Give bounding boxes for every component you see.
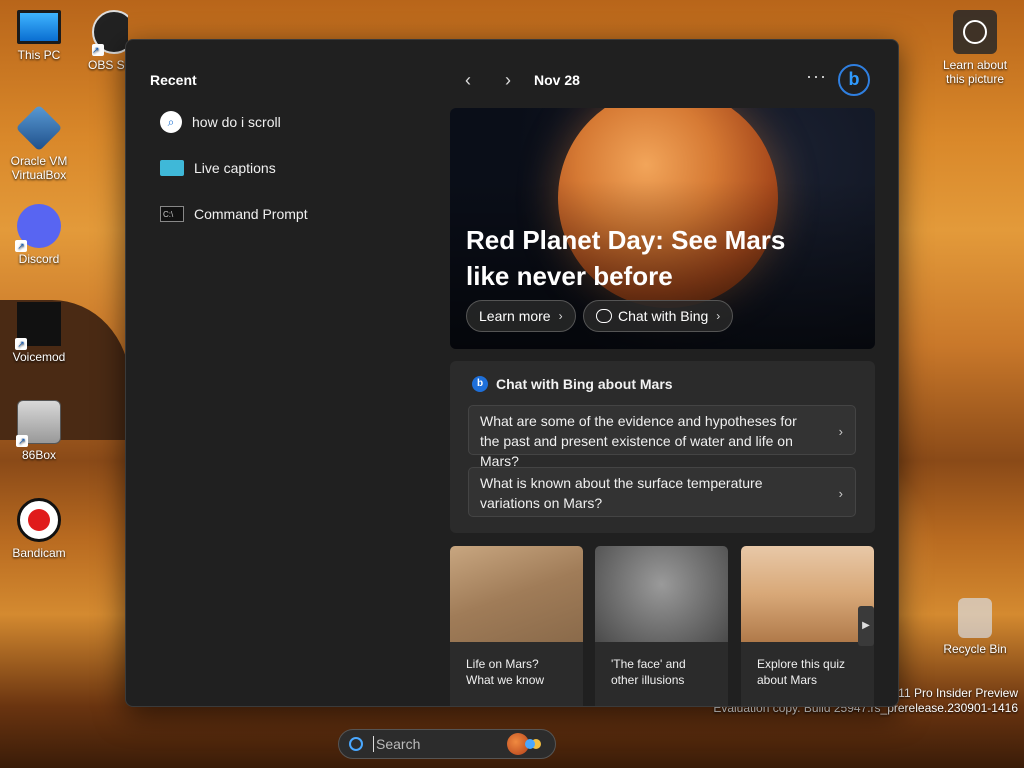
bing-icon: b xyxy=(472,376,488,392)
recent-item-search[interactable]: ⌕ how do i scroll xyxy=(160,109,281,135)
taskbar-search-box[interactable] xyxy=(338,729,556,759)
highlight-dots-icon xyxy=(525,739,535,749)
recent-item-label: Live captions xyxy=(194,160,276,176)
desktop-icon-recycle-bin[interactable]: Recycle Bin xyxy=(938,598,1012,656)
tile-caption: 'The face' and xyxy=(611,657,686,671)
previous-day-button[interactable]: ‹ xyxy=(458,70,478,91)
tiles-next-button[interactable]: ▶ xyxy=(858,606,874,646)
chat-question[interactable]: What is known about the surface temperat… xyxy=(468,467,856,517)
desktop-icon-this-pc[interactable]: This PC xyxy=(4,10,74,62)
virtualbox-icon xyxy=(15,104,63,152)
tile-caption: What we know xyxy=(466,673,545,687)
bing-icon[interactable]: b xyxy=(838,64,870,96)
recycle-bin-icon xyxy=(958,598,992,638)
chat-with-bing-button[interactable]: Chat with Bing › xyxy=(583,300,734,332)
tile-image xyxy=(450,546,583,642)
86box-icon: ↗ xyxy=(16,400,61,447)
recent-item-label: Command Prompt xyxy=(194,206,308,222)
desktop-icon-label: Bandicam xyxy=(12,546,66,560)
desktop-icon-label: Recycle Bin xyxy=(943,642,1007,656)
tile-image xyxy=(595,546,728,642)
desktop-icon-label: VirtualBox xyxy=(11,168,67,182)
desktop-icon-label: Discord xyxy=(18,252,60,266)
recent-item-command-prompt[interactable]: C:\ Command Prompt xyxy=(160,201,308,227)
desktop-icon-bandicam[interactable]: Bandicam xyxy=(4,498,74,560)
chevron-right-icon: › xyxy=(838,486,843,501)
chat-question-text: What is known about the surface temperat… xyxy=(480,475,763,511)
camera-icon xyxy=(953,10,997,54)
hero-card[interactable]: Red Planet Day: See Mars like never befo… xyxy=(450,108,875,349)
tile-caption: Life on Mars? xyxy=(466,657,539,671)
learn-more-label: Learn more xyxy=(479,308,551,324)
chat-with-bing-label: Chat with Bing xyxy=(618,308,709,324)
desktop-icon-discord[interactable]: ↗ Discord xyxy=(4,204,74,266)
search-input[interactable] xyxy=(373,736,503,752)
chat-question[interactable]: What are some of the evidence and hypoth… xyxy=(468,405,856,469)
desktop-icon-obs[interactable]: ↗ OBS St xyxy=(82,10,128,72)
desktop-icon-label: this picture xyxy=(945,72,1005,86)
tile-caption: Explore this quiz xyxy=(757,657,846,671)
desktop-icon-label: Oracle VM xyxy=(10,154,68,168)
chat-bubble-icon xyxy=(596,309,612,323)
date-label: Nov 28 xyxy=(534,72,580,88)
search-icon xyxy=(349,737,363,751)
voicemod-icon: ↗ xyxy=(15,302,61,350)
tile-caption: about Mars xyxy=(757,673,818,687)
obs-icon: ↗ xyxy=(92,10,128,56)
desktop-icon-voicemod[interactable]: ↗ Voicemod xyxy=(4,302,74,364)
chevron-right-icon: › xyxy=(558,309,563,323)
desktop-icon-label: OBS St xyxy=(88,58,128,72)
chat-heading: b Chat with Bing about Mars xyxy=(472,376,673,392)
learn-more-button[interactable]: Learn more › xyxy=(466,300,576,332)
story-tile[interactable]: Life on Mars? What we know xyxy=(450,546,583,706)
recent-title: Recent xyxy=(150,72,197,88)
hero-title: Red Planet Day: See Mars like never befo… xyxy=(466,225,786,291)
story-tile[interactable]: Explore this quiz about Mars xyxy=(741,546,874,706)
recent-item-live-captions[interactable]: Live captions xyxy=(160,155,276,181)
desktop-icon-label: This PC xyxy=(17,48,61,62)
next-day-button[interactable]: › xyxy=(498,70,518,91)
chevron-right-icon: › xyxy=(716,309,721,323)
live-captions-icon xyxy=(160,160,184,176)
chat-question-text: What are some of the evidence and hypoth… xyxy=(480,413,797,469)
desktop-icon-label: Voicemod xyxy=(12,350,66,364)
desktop-icon-label: Learn about xyxy=(942,58,1008,72)
search-icon: ⌕ xyxy=(160,111,182,133)
more-options-button[interactable]: ··· xyxy=(806,66,827,87)
desktop-icon-86box[interactable]: ↗ 86Box xyxy=(4,400,74,462)
chat-heading-label: Chat with Bing about Mars xyxy=(496,376,673,392)
tile-caption: other illusions xyxy=(611,673,685,687)
discord-icon: ↗ xyxy=(15,204,61,252)
search-panel: Recent ⌕ how do i scroll Live captions C… xyxy=(125,39,899,707)
desktop-icon-learn-about-picture[interactable]: Learn about this picture xyxy=(938,10,1012,86)
desktop-icon-label: 86Box xyxy=(21,448,57,462)
desktop-icon-virtualbox[interactable]: Oracle VM VirtualBox xyxy=(4,104,74,182)
recent-item-label: how do i scroll xyxy=(192,114,281,130)
chevron-right-icon: › xyxy=(838,424,843,439)
command-prompt-icon: C:\ xyxy=(160,206,184,222)
story-tile[interactable]: 'The face' and other illusions xyxy=(595,546,728,706)
bing-chat-card: b Chat with Bing about Mars What are som… xyxy=(450,361,875,533)
bandicam-icon xyxy=(17,498,61,542)
tile-image xyxy=(741,546,874,642)
this-pc-icon xyxy=(17,10,61,44)
